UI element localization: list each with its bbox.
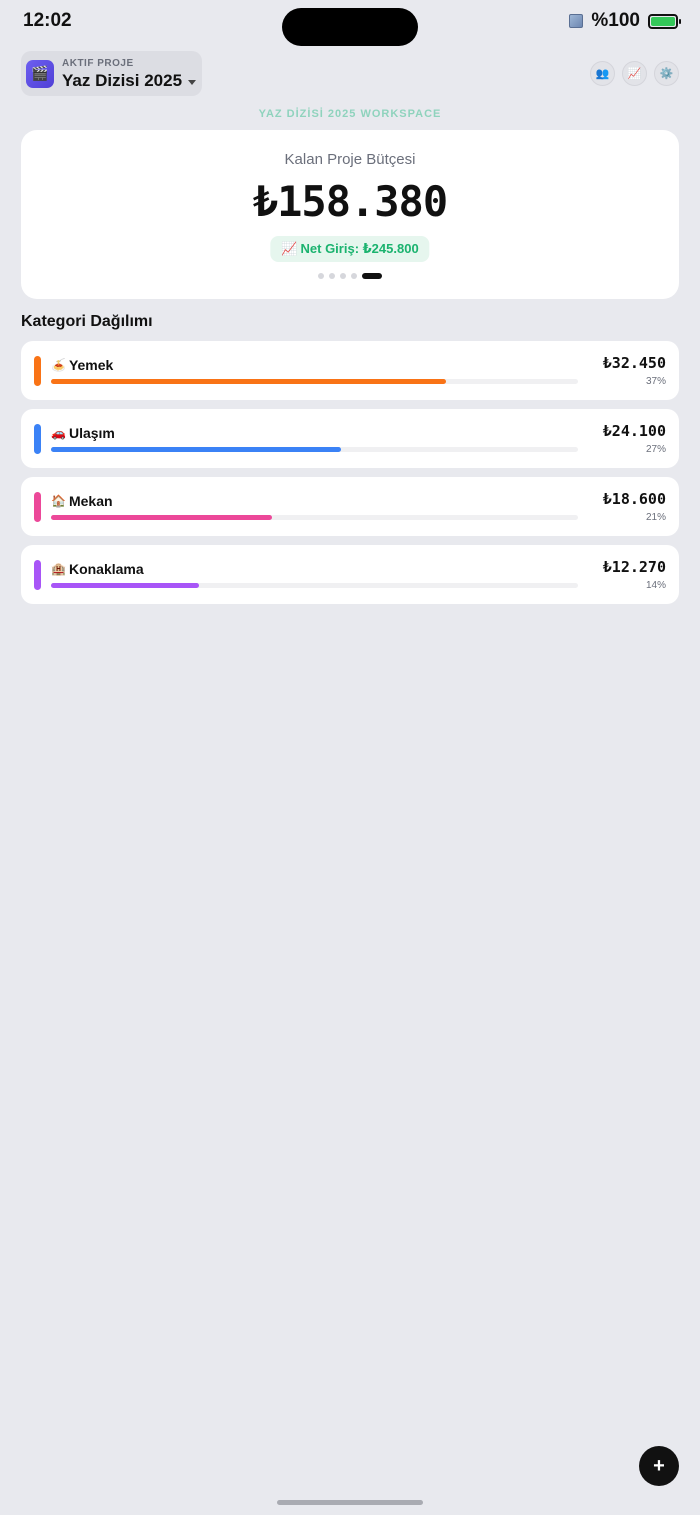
category-row[interactable]: 🏨 Konaklama ₺12.270 14% [21, 545, 679, 604]
team-icon: 👥 [595, 68, 610, 80]
page-dot[interactable] [318, 273, 324, 279]
category-progress-bar [51, 583, 199, 588]
project-label: AKTIF PROJE [62, 57, 134, 69]
category-percent: 14% [645, 580, 666, 591]
page-dot[interactable] [362, 273, 382, 279]
car-icon: 🚗 [51, 426, 66, 440]
workspace-label: YAZ DİZİSİ 2025 WORKSPACE [258, 108, 442, 120]
budget-label: Kalan Proje Bütçesi [284, 151, 416, 168]
category-accent [34, 356, 41, 386]
chart-icon: 📈 [627, 68, 642, 80]
project-name: Yaz Dizisi 2025 [62, 70, 183, 90]
gear-icon: ⚙️ [659, 68, 674, 80]
page-dot[interactable] [351, 273, 357, 279]
section-title: Kategori Dağılımı [21, 313, 153, 330]
project-switcher[interactable]: 🎬 AKTIF PROJE Yaz Dizisi 2025 [21, 51, 202, 96]
status-time: 12:02 [23, 10, 72, 31]
category-name: 🏠 Mekan [51, 493, 113, 509]
page-dot[interactable] [329, 273, 335, 279]
category-row[interactable]: 🚗 Ulaşım ₺24.100 27% [21, 409, 679, 468]
category-amount: ₺24.100 [602, 422, 666, 440]
category-progress-bar [51, 447, 341, 452]
category-progress-track [51, 447, 578, 452]
category-amount: ₺32.450 [602, 354, 666, 372]
net-income-badge: 📈 Net Giriş: ₺245.800 [270, 236, 430, 262]
stats-button[interactable]: 📈 [622, 61, 647, 86]
status-indicators: %100 [569, 10, 681, 32]
category-label: Mekan [68, 493, 113, 509]
category-name: 🍝 Yemek [51, 357, 113, 373]
house-icon: 🏠 [51, 494, 66, 508]
category-accent [34, 424, 41, 454]
category-progress-bar [51, 515, 273, 520]
header-actions: 👥 📈 ⚙️ [590, 61, 679, 86]
category-percent: 21% [645, 512, 666, 523]
net-income-text: Net Giriş: ₺245.800 [300, 241, 419, 256]
team-button[interactable]: 👥 [590, 61, 615, 86]
category-row[interactable]: 🍝 Yemek ₺32.450 37% [21, 341, 679, 400]
page-dot[interactable] [340, 273, 346, 279]
category-accent [34, 560, 41, 590]
page-indicator[interactable] [21, 273, 679, 279]
category-label: Konaklama [68, 561, 144, 577]
status-bar: 12:02 %100 [0, 0, 700, 46]
category-label: Yemek [68, 357, 114, 373]
trend-up-icon: 📈 [281, 241, 298, 256]
budget-card[interactable]: Kalan Proje Bütçesi ₺158.380 📈 Net Giriş:… [21, 130, 679, 299]
category-amount: ₺18.600 [602, 490, 666, 508]
category-progress-track [51, 379, 578, 384]
category-percent: 27% [645, 444, 666, 455]
settings-button[interactable]: ⚙️ [654, 61, 679, 86]
home-indicator [277, 1500, 423, 1505]
category-amount: ₺12.270 [602, 558, 666, 576]
category-percent: 37% [645, 376, 666, 387]
food-icon: 🍝 [51, 358, 66, 372]
add-expense-button[interactable]: + [639, 1446, 679, 1486]
signal-icon [569, 14, 584, 28]
chevron-down-icon [188, 79, 197, 85]
battery-percent: %100 [591, 10, 640, 31]
category-label: Ulaşım [68, 425, 115, 441]
category-row[interactable]: 🏠 Mekan ₺18.600 21% [21, 477, 679, 536]
category-progress-bar [51, 379, 447, 384]
category-accent [34, 492, 41, 522]
category-name: 🏨 Konaklama [51, 561, 144, 577]
hotel-icon: 🏨 [51, 562, 66, 576]
clapperboard-icon: 🎬 [26, 59, 54, 88]
category-name: 🚗 Ulaşım [51, 425, 115, 441]
dynamic-island [282, 8, 418, 46]
category-progress-track [51, 515, 578, 520]
category-progress-track [51, 583, 578, 588]
battery-icon [648, 13, 681, 29]
budget-value: ₺158.380 [252, 177, 448, 226]
